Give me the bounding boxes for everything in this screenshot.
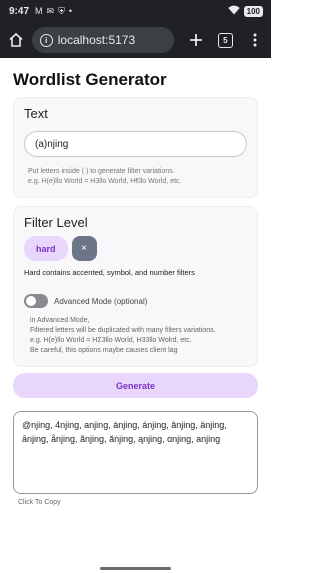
address-bar[interactable]: i localhost:5173: [31, 27, 174, 53]
text-section: Text Put letters inside ( ) to generate …: [13, 97, 258, 198]
page-title: Wordlist Generator: [13, 70, 167, 89]
tab-count: 5: [217, 32, 233, 48]
advanced-mode-toggle[interactable]: [24, 294, 48, 308]
toggle-knob: [26, 296, 36, 306]
filter-chips: hard ×: [24, 236, 247, 261]
page-content: Wordlist Generator Text Put letters insi…: [0, 58, 271, 565]
notification-icons: M ✉ ⛨ •: [35, 6, 72, 17]
status-time: 9:47: [9, 5, 30, 17]
shield-icon: ⛨: [58, 5, 65, 16]
text-hint-line-1: Put letters inside ( ) to generate filte…: [28, 168, 175, 175]
home-icon[interactable]: [6, 30, 26, 50]
text-section-title: Text: [24, 106, 48, 121]
dot-icon: •: [68, 6, 72, 16]
info-icon[interactable]: i: [39, 33, 53, 47]
text-hint-line-2: e.g. H(e)llo World = H3llo World, H€llo …: [28, 178, 182, 185]
filter-section: Filter Level hard × Hard contains accent…: [13, 206, 258, 367]
mail-icon: ✉: [46, 5, 55, 16]
adv-hint-line-1: in Advanced Mode,: [30, 317, 90, 324]
filter-chip-hard[interactable]: hard: [24, 236, 68, 261]
browser-toolbar: i localhost:5173 5: [0, 22, 271, 58]
adv-hint-line-4: Be careful, this options maybe causes cl…: [30, 347, 178, 354]
filter-description: Hard contains accented, symbol, and numb…: [24, 268, 195, 277]
adv-hint-line-3: e.g. H(e)llo World = HΣ3llo World, H33ll…: [30, 337, 192, 344]
status-bar: 9:47 M ✉ ⛨ • 100: [0, 0, 271, 22]
gesture-handle[interactable]: [100, 567, 171, 570]
m-icon: M: [35, 6, 43, 16]
output-box[interactable]: @njing, 4njing, anjing, ànjing, ánjing, …: [13, 411, 258, 494]
text-input[interactable]: [24, 131, 247, 157]
generate-button[interactable]: Generate: [13, 373, 258, 398]
clear-filter-button[interactable]: ×: [71, 236, 97, 261]
copy-hint: Click To Copy: [18, 499, 61, 506]
filter-section-title: Filter Level: [24, 215, 88, 230]
more-menu-icon[interactable]: [245, 30, 265, 50]
advanced-mode-row: Advanced Mode (optional): [24, 294, 247, 308]
wifi-icon: [227, 5, 240, 18]
battery-indicator: 100: [243, 5, 263, 17]
advanced-mode-label: Advanced Mode (optional): [54, 296, 148, 306]
text-hint: Put letters inside ( ) to generate filte…: [24, 167, 247, 187]
gesture-nav-bar: [0, 565, 271, 573]
adv-hint-line-2: Filtered letters will be duplicated with…: [30, 327, 216, 334]
new-tab-icon[interactable]: [186, 30, 206, 50]
url-text: localhost:5173: [57, 33, 136, 47]
advanced-mode-hint: in Advanced Mode, Filtered letters will …: [24, 316, 247, 356]
tab-switcher[interactable]: 5: [216, 30, 236, 50]
